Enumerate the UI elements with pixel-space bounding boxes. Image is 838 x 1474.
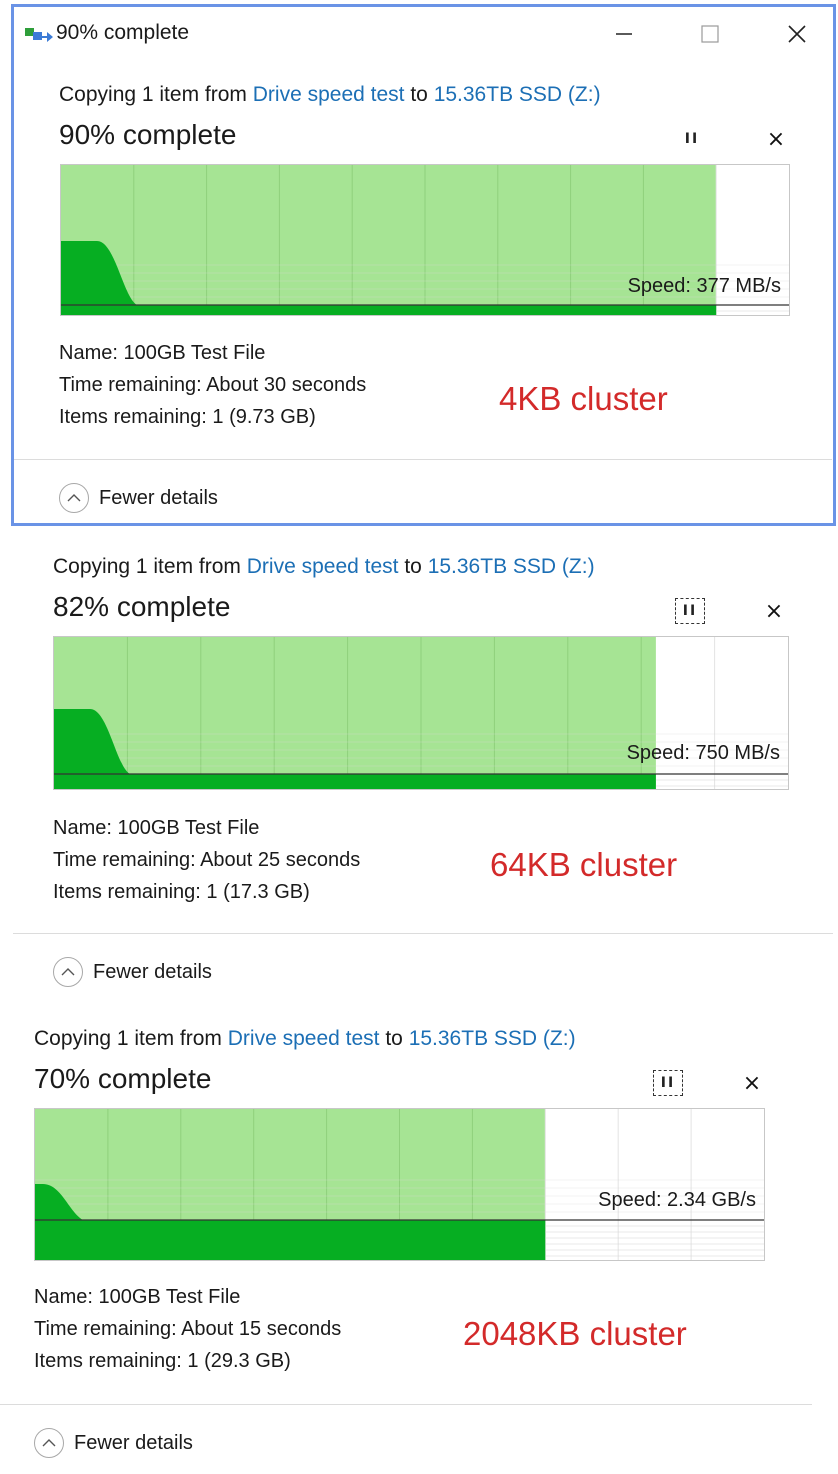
file-name: Name: 100GB Test File xyxy=(53,817,260,839)
cancel-button[interactable]: × xyxy=(737,1070,767,1096)
close-button[interactable] xyxy=(777,17,817,51)
percent-complete: 82% complete xyxy=(53,591,231,622)
speed-graph: Speed: 377 MB/s xyxy=(60,164,790,316)
divider xyxy=(13,933,833,934)
fewer-details-toggle[interactable]: Fewer details xyxy=(59,483,218,513)
chevron-up-icon xyxy=(59,483,89,513)
divider xyxy=(0,1404,812,1405)
speed-graph: Speed: 2.34 GB/s xyxy=(34,1108,765,1261)
to-word: to xyxy=(379,1027,409,1050)
cancel-icon: × xyxy=(766,126,786,152)
copy-description: Copying 1 item from Drive speed test to … xyxy=(34,1027,576,1051)
copy-prefix-text: Copying 1 item from xyxy=(34,1027,228,1050)
destination-link[interactable]: 15.36TB SSD (Z:) xyxy=(434,83,601,106)
copy-description: Copying 1 item from Drive speed test to … xyxy=(53,555,595,579)
percent-complete: 90% complete xyxy=(59,119,237,150)
fewer-details-label: Fewer details xyxy=(99,486,218,509)
fewer-details-label: Fewer details xyxy=(93,960,212,983)
divider xyxy=(14,459,832,460)
file-details: Name: 100GB Test File Time remaining: Ab… xyxy=(34,1281,341,1377)
chevron-up-icon xyxy=(53,957,83,987)
file-details: Name: 100GB Test File Time remaining: Ab… xyxy=(59,337,366,433)
title-bar: 90% complete xyxy=(14,7,833,59)
time-remaining: Time remaining: About 25 seconds xyxy=(53,849,361,871)
cancel-icon: × xyxy=(742,1070,762,1096)
items-remaining: Items remaining: 1 (29.3 GB) xyxy=(34,1350,291,1372)
time-remaining: Time remaining: About 15 seconds xyxy=(34,1318,342,1340)
speed-graph: Speed: 750 MB/s xyxy=(53,636,789,790)
maximize-button[interactable] xyxy=(690,17,730,51)
copy-prefix-text: Copying 1 item from xyxy=(59,83,253,106)
file-details: Name: 100GB Test File Time remaining: Ab… xyxy=(53,812,360,908)
cluster-annotation: 4KB cluster xyxy=(499,380,668,417)
maximize-icon xyxy=(701,25,719,43)
time-remaining: Time remaining: About 30 seconds xyxy=(59,374,367,396)
to-word: to xyxy=(398,555,428,578)
minimize-button[interactable] xyxy=(604,17,644,51)
pause-button[interactable]: II xyxy=(675,598,705,624)
fewer-details-toggle[interactable]: Fewer details xyxy=(34,1428,193,1458)
chevron-up-icon xyxy=(34,1428,64,1458)
cancel-button[interactable]: × xyxy=(761,126,791,152)
speed-label: Speed: 2.34 GB/s xyxy=(598,1189,756,1211)
cluster-annotation: 2048KB cluster xyxy=(463,1315,687,1352)
minimize-icon xyxy=(616,33,632,35)
copy-files-icon xyxy=(25,24,53,44)
speed-label: Speed: 377 MB/s xyxy=(627,275,781,297)
speed-label: Speed: 750 MB/s xyxy=(626,742,780,764)
file-name: Name: 100GB Test File xyxy=(34,1286,241,1308)
cluster-annotation: 64KB cluster xyxy=(490,846,678,883)
pause-button[interactable]: II xyxy=(677,126,707,152)
source-link[interactable]: Drive speed test xyxy=(247,555,399,578)
pause-button[interactable]: II xyxy=(653,1070,683,1096)
window-title: 90% complete xyxy=(56,21,190,44)
pause-icon: II xyxy=(660,1075,676,1091)
cancel-icon: × xyxy=(764,598,784,624)
speed-graph-canvas xyxy=(54,637,788,789)
copy-prefix-text: Copying 1 item from xyxy=(53,555,247,578)
pause-icon: II xyxy=(684,131,700,147)
progress-fill xyxy=(61,165,717,315)
source-link[interactable]: Drive speed test xyxy=(228,1027,380,1050)
fewer-details-label: Fewer details xyxy=(74,1431,193,1454)
speed-graph-canvas xyxy=(35,1109,764,1260)
destination-link[interactable]: 15.36TB SSD (Z:) xyxy=(428,555,595,578)
close-icon xyxy=(788,25,806,43)
to-word: to xyxy=(404,83,434,106)
fewer-details-toggle[interactable]: Fewer details xyxy=(53,957,212,987)
items-remaining: Items remaining: 1 (17.3 GB) xyxy=(53,881,310,903)
file-name: Name: 100GB Test File xyxy=(59,342,266,364)
cancel-button[interactable]: × xyxy=(759,598,789,624)
percent-complete: 70% complete xyxy=(34,1063,212,1094)
pause-icon: II xyxy=(682,603,698,619)
source-link[interactable]: Drive speed test xyxy=(253,83,405,106)
destination-link[interactable]: 15.36TB SSD (Z:) xyxy=(409,1027,576,1050)
copy-description: Copying 1 item from Drive speed test to … xyxy=(59,83,601,107)
items-remaining: Items remaining: 1 (9.73 GB) xyxy=(59,406,316,428)
